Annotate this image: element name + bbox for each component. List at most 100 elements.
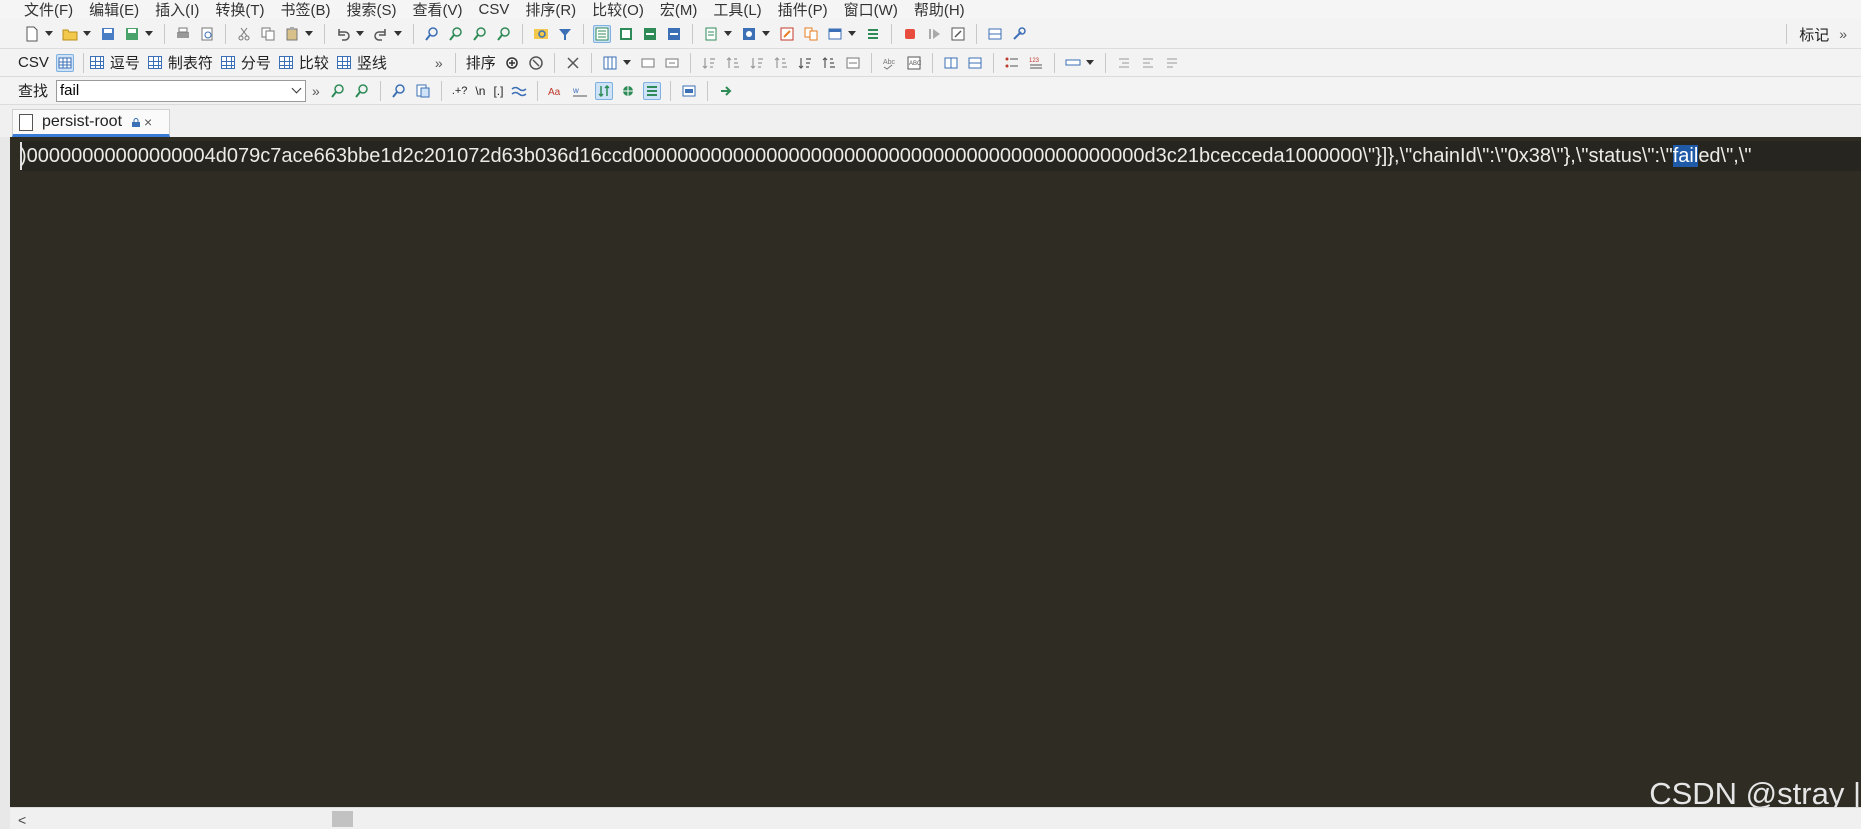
open-folder-icon[interactable] (61, 25, 79, 43)
editor-line[interactable]: )00000000000000004d079c7ace663bbe1d2c201… (20, 141, 1861, 171)
split-v-icon[interactable] (966, 54, 984, 72)
find-prev-button-icon[interactable] (353, 82, 371, 100)
menu-item-8[interactable]: 排序(R) (525, 0, 576, 20)
indent-icon[interactable] (1115, 54, 1133, 72)
split-h-icon[interactable] (942, 54, 960, 72)
sort-asc-icon[interactable] (700, 54, 718, 72)
sort-label[interactable]: 排序 (466, 52, 496, 73)
edit-icon[interactable] (778, 25, 796, 43)
comma-button[interactable]: 逗号 (89, 52, 140, 73)
menu-item-2[interactable]: 插入(I) (155, 0, 199, 20)
column-insert-icon[interactable] (639, 54, 657, 72)
find-next-icon[interactable] (447, 25, 465, 43)
paste-dropdown[interactable] (304, 25, 314, 43)
find-in-files-icon[interactable] (532, 25, 550, 43)
redo-icon[interactable] (372, 25, 390, 43)
menu-item-4[interactable]: 书签(B) (280, 0, 330, 20)
encoding-dropdown[interactable] (761, 25, 771, 43)
newline-toggle[interactable]: \n (475, 84, 485, 98)
encoding-icon[interactable] (740, 25, 758, 43)
record-macro-icon[interactable] (901, 25, 919, 43)
highlight-all-icon[interactable] (619, 82, 637, 100)
view-icon-4[interactable] (665, 25, 683, 43)
semicolon-button[interactable]: 分号 (220, 52, 271, 73)
undo-dropdown[interactable] (355, 25, 365, 43)
bookmark-label[interactable]: 标记 (1799, 24, 1829, 45)
format-icon[interactable] (1163, 54, 1181, 72)
sort-num-desc-icon[interactable] (772, 54, 790, 72)
new-file-icon[interactable] (23, 25, 41, 43)
word-count-icon[interactable]: ABC (905, 54, 923, 72)
menu-item-5[interactable]: 搜索(S) (346, 0, 396, 20)
list-matches-icon[interactable] (643, 81, 662, 100)
column-delete-icon[interactable] (663, 54, 681, 72)
open-dropdown[interactable] (82, 25, 92, 43)
menu-item-0[interactable]: 文件(F) (24, 0, 73, 20)
undo-icon[interactable] (334, 25, 352, 43)
find-all-icon[interactable] (390, 82, 408, 100)
find-more-icon[interactable]: » (312, 83, 320, 99)
tab-button[interactable]: 制表符 (147, 52, 213, 73)
sort-lines-icon[interactable] (796, 54, 814, 72)
find-window-icon[interactable] (680, 82, 698, 100)
print-preview-icon[interactable] (198, 25, 216, 43)
document-icon[interactable] (702, 25, 720, 43)
column-tools-icon[interactable] (564, 54, 582, 72)
play-macro-icon[interactable] (925, 25, 943, 43)
menu-item-3[interactable]: 转换(T) (215, 0, 264, 20)
number-list-icon[interactable]: 123 (1027, 54, 1045, 72)
find-history-dropdown-icon[interactable] (287, 81, 305, 101)
regex-dot-toggle[interactable]: .+? (452, 85, 468, 97)
dedupe-icon[interactable] (844, 54, 862, 72)
match-case-icon[interactable]: Aa (547, 82, 565, 100)
fuzzy-match-icon[interactable] (510, 82, 528, 100)
menu-item-10[interactable]: 宏(M) (660, 0, 698, 20)
window-icon[interactable] (826, 25, 844, 43)
csv-more-icon[interactable]: » (435, 55, 443, 71)
find-prev-icon[interactable] (471, 25, 489, 43)
sort-clear-icon[interactable] (527, 54, 545, 72)
wrap-around-icon[interactable] (595, 81, 614, 100)
menu-item-9[interactable]: 比较(O) (592, 0, 644, 20)
find-icon[interactable] (423, 25, 441, 43)
menu-item-14[interactable]: 帮助(H) (914, 0, 965, 20)
layout-icon[interactable] (986, 25, 1004, 43)
replace-icon[interactable] (495, 25, 513, 43)
menu-item-13[interactable]: 窗口(W) (844, 0, 898, 20)
menu-item-11[interactable]: 工具(L) (713, 0, 761, 20)
view-icon-3[interactable] (641, 25, 659, 43)
find-combobox[interactable] (56, 79, 307, 102)
print-icon[interactable] (174, 25, 192, 43)
copy-icon[interactable] (259, 25, 277, 43)
document-dropdown[interactable] (723, 25, 733, 43)
csv-grid-icon[interactable] (55, 53, 74, 72)
redo-dropdown[interactable] (393, 25, 403, 43)
sort-add-icon[interactable] (503, 54, 521, 72)
go-arrow-icon[interactable] (717, 82, 735, 100)
horizontal-scrollbar[interactable]: < (10, 807, 1861, 829)
view-icon-2[interactable] (617, 25, 635, 43)
tab-persist-root[interactable]: persist-root × (12, 109, 170, 137)
spell-check-icon[interactable]: Abc (881, 54, 899, 72)
toolbar-more-icon[interactable]: » (1839, 26, 1847, 42)
menu-item-7[interactable]: CSV (478, 1, 509, 18)
list-icon[interactable] (864, 25, 882, 43)
pipe-button[interactable]: 竖线 (336, 52, 387, 73)
tab-close-icon[interactable]: × (144, 114, 152, 130)
outdent-icon[interactable] (1139, 54, 1157, 72)
paste-icon[interactable] (283, 25, 301, 43)
view-icon-1[interactable] (593, 24, 611, 43)
find-in-selection-icon[interactable] (414, 82, 432, 100)
macro-edit-icon[interactable] (949, 25, 967, 43)
column-mode-dropdown[interactable] (622, 54, 632, 72)
menu-item-12[interactable]: 插件(P) (778, 0, 828, 20)
save-dropdown[interactable] (144, 25, 154, 43)
menu-item-6[interactable]: 查看(V) (412, 0, 462, 20)
sort-lines-desc-icon[interactable] (820, 54, 838, 72)
find-next-button-icon[interactable] (329, 82, 347, 100)
compare-icon[interactable] (802, 25, 820, 43)
compare-button[interactable]: 比较 (278, 52, 329, 73)
cut-icon[interactable] (235, 25, 253, 43)
save-all-icon[interactable] (123, 25, 141, 43)
scroll-left-arrow-icon[interactable]: < (18, 812, 26, 828)
